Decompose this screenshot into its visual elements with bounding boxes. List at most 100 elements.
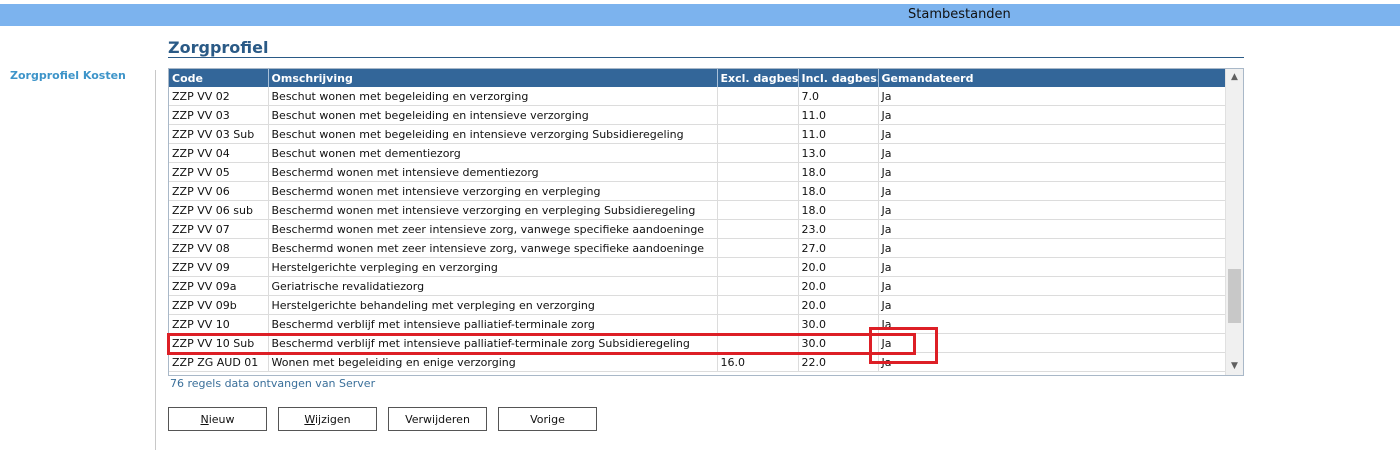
table-row[interactable]: ZZP VV 03 Beschut wonen met begeleiding e… <box>169 105 1227 125</box>
cell-excl <box>717 333 799 353</box>
cell-code: ZZP VV 10 Sub <box>169 333 269 353</box>
cell-gemandateerd: Ja <box>878 352 1227 372</box>
cell-code: ZZP VV 07 <box>169 219 269 239</box>
table-row[interactable]: ZZP VV 09b Herstelgerichte behandeling me… <box>169 295 1227 315</box>
cell-code: ZZP VV 09b <box>169 295 269 315</box>
cell-excl <box>717 238 799 258</box>
cell-incl: 27.0 <box>798 238 879 258</box>
cell-gemandateerd: Ja <box>878 181 1227 201</box>
table-row[interactable]: ZZP VV 02 Beschut wonen met begeleiding e… <box>169 87 1227 106</box>
cell-incl: 20.0 <box>798 276 879 296</box>
cell-excl <box>717 87 799 106</box>
table-row[interactable]: ZZP VV 09 Herstelgerichte verpleging en v… <box>169 257 1227 277</box>
cell-excl <box>717 276 799 296</box>
cell-gemandateerd: Ja <box>878 257 1227 277</box>
edit-button[interactable]: Wijzigen <box>278 407 377 431</box>
column-header-code[interactable]: Code <box>169 69 269 87</box>
column-header-incl[interactable]: Incl. dagbes. <box>798 69 879 87</box>
table-row[interactable]: ZZP VV 10 Sub Beschermd verblijf met inte… <box>169 333 1227 353</box>
edit-button-accesskey: W <box>304 412 315 426</box>
cell-incl: 18.0 <box>798 181 879 201</box>
cell-omschrijving: Beschermd wonen met intensieve verzorgin… <box>268 200 718 220</box>
cell-code: ZZP VV 02 <box>169 87 269 106</box>
cell-incl: 18.0 <box>798 200 879 220</box>
cell-excl <box>717 143 799 163</box>
table-row[interactable]: ZZP VV 09a Geriatrische revalidatiezorg 20… <box>169 276 1227 296</box>
cell-excl <box>717 105 799 125</box>
page-title: Zorgprofiel <box>168 38 269 57</box>
data-grid: Code Omschrijving Excl. dagbes. Incl. da… <box>168 68 1244 376</box>
cell-gemandateerd: Ja <box>878 314 1227 334</box>
cell-excl <box>717 200 799 220</box>
sidebar-divider <box>155 70 156 450</box>
table-row[interactable]: ZZP ZG AUD 01 Wonen met begeleiding en en… <box>169 352 1227 372</box>
cell-omschrijving: Beschermd verblijf met intensieve pallia… <box>268 314 718 334</box>
cell-incl: 20.0 <box>798 257 879 277</box>
table-row[interactable]: ZZP VV 04 Beschut wonen met dementiezorg 1… <box>169 143 1227 163</box>
cell-incl: 23.0 <box>798 219 879 239</box>
title-divider <box>168 57 1244 58</box>
cell-code: ZZP VV 04 <box>169 143 269 163</box>
cell-code: ZZP VV 03 Sub <box>169 124 269 144</box>
cell-omschrijving: Wonen met begeleiding en enige verzorgin… <box>268 352 718 372</box>
table-row[interactable]: ZZP VV 07 Beschermd wonen met zeer intens… <box>169 219 1227 239</box>
cell-omschrijving: Beschermd wonen met zeer intensieve zorg… <box>268 238 718 258</box>
cell-excl <box>717 219 799 239</box>
column-header-omschrijving[interactable]: Omschrijving <box>268 69 718 87</box>
cell-incl: 18.0 <box>798 162 879 182</box>
zorgprofiel-table: Code Omschrijving Excl. dagbes. Incl. da… <box>169 69 1227 372</box>
delete-button[interactable]: Verwijderen <box>388 407 487 431</box>
cell-excl: 16.0 <box>717 352 799 372</box>
cell-omschrijving: Beschermd wonen met zeer intensieve zorg… <box>268 219 718 239</box>
cell-incl: 13.0 <box>798 143 879 163</box>
cell-code: ZZP VV 08 <box>169 238 269 258</box>
cell-omschrijving: Beschut wonen met begeleiding en intensi… <box>268 124 718 144</box>
cell-code: ZZP VV 06 <box>169 181 269 201</box>
cell-excl <box>717 257 799 277</box>
vertical-scrollbar[interactable]: ▲ ▼ <box>1225 69 1243 375</box>
cell-excl <box>717 162 799 182</box>
cell-omschrijving: Geriatrische revalidatiezorg <box>268 276 718 296</box>
cell-code: ZZP VV 03 <box>169 105 269 125</box>
column-header-excl[interactable]: Excl. dagbes. <box>717 69 799 87</box>
previous-button[interactable]: Vorige <box>498 407 597 431</box>
chevron-down-icon[interactable]: ▼ <box>1226 358 1243 375</box>
header-title: Stambestanden <box>908 7 1011 22</box>
status-text: 76 regels data ontvangen van Server <box>170 377 376 390</box>
cell-gemandateerd: Ja <box>878 295 1227 315</box>
cell-gemandateerd: Ja <box>878 219 1227 239</box>
chevron-up-icon[interactable]: ▲ <box>1226 69 1243 86</box>
table-header-row: Code Omschrijving Excl. dagbes. Incl. da… <box>169 69 1227 87</box>
cell-gemandateerd: Ja <box>878 162 1227 182</box>
table-row[interactable]: ZZP VV 10 Beschermd verblijf met intensie… <box>169 314 1227 334</box>
cell-incl: 11.0 <box>798 105 879 125</box>
table-row[interactable]: ZZP VV 06 Beschermd wonen met intensieve … <box>169 181 1227 201</box>
cell-excl <box>717 181 799 201</box>
cell-code: ZZP VV 05 <box>169 162 269 182</box>
table-row[interactable]: ZZP VV 03 Sub Beschut wonen met begeleidi… <box>169 124 1227 144</box>
cell-omschrijving: Herstelgerichte behandeling met verplegi… <box>268 295 718 315</box>
cell-excl <box>717 295 799 315</box>
cell-omschrijving: Beschut wonen met begeleiding en intensi… <box>268 105 718 125</box>
cell-incl: 30.0 <box>798 333 879 353</box>
column-header-gemandateerd[interactable]: Gemandateerd <box>878 69 1227 87</box>
cell-gemandateerd: Ja <box>878 200 1227 220</box>
cell-incl: 22.0 <box>798 352 879 372</box>
cell-omschrijving: Beschut wonen met begeleiding en verzorg… <box>268 87 718 106</box>
table-row[interactable]: ZZP VV 05 Beschermd wonen met intensieve … <box>169 162 1227 182</box>
table-row[interactable]: ZZP VV 06 sub Beschermd wonen met intensi… <box>169 200 1227 220</box>
cell-gemandateerd: Ja <box>878 143 1227 163</box>
cell-gemandateerd: Ja <box>878 238 1227 258</box>
cell-code: ZZP VV 09 <box>169 257 269 277</box>
scrollbar-thumb[interactable] <box>1228 269 1241 323</box>
cell-omschrijving: Beschut wonen met dementiezorg <box>268 143 718 163</box>
cell-omschrijving: Beschermd wonen met intensieve verzorgin… <box>268 181 718 201</box>
cell-incl: 7.0 <box>798 87 879 106</box>
table-row[interactable]: ZZP VV 08 Beschermd wonen met zeer intens… <box>169 238 1227 258</box>
new-button-accesskey: N <box>200 412 209 426</box>
new-button[interactable]: Nieuw <box>168 407 267 431</box>
sidebar-link-zorgprofiel-kosten[interactable]: Zorgprofiel Kosten <box>10 69 126 82</box>
new-button-label: ieuw <box>208 412 235 426</box>
cell-code: ZZP VV 10 <box>169 314 269 334</box>
cell-excl <box>717 314 799 334</box>
